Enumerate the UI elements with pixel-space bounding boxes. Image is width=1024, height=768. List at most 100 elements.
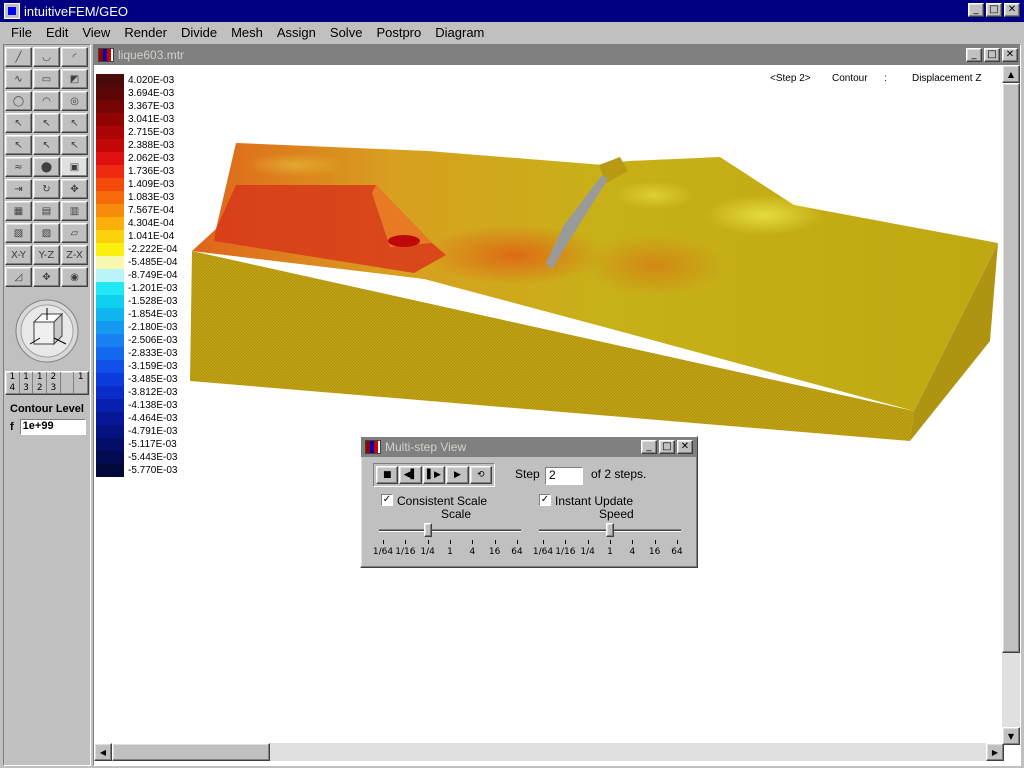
- view-yz-button[interactable]: Y-Z: [33, 245, 60, 265]
- menu-edit[interactable]: Edit: [39, 25, 75, 40]
- app-title-bar[interactable]: intuitiveFEM/GEO _ □ ✕: [0, 0, 1024, 22]
- view-zx-button[interactable]: Z-X: [61, 245, 88, 265]
- close-button[interactable]: ✕: [1004, 3, 1020, 17]
- arc-tool-icon[interactable]: ◡: [33, 47, 60, 67]
- line-tool-icon[interactable]: ╱: [5, 47, 32, 67]
- menu-view[interactable]: View: [75, 25, 117, 40]
- scale-slider-track[interactable]: [379, 529, 521, 532]
- mesh-box-tool-icon[interactable]: ▧: [5, 223, 32, 243]
- dialog-title-bar[interactable]: Multi-step View _ □ ✕: [361, 437, 697, 457]
- view-orientation-cube[interactable]: [9, 295, 85, 367]
- solid-box-tool-icon[interactable]: ▤: [33, 201, 60, 221]
- view-xy-button[interactable]: X-Y: [5, 245, 32, 265]
- document-icon[interactable]: [98, 48, 114, 62]
- menu-assign[interactable]: Assign: [270, 25, 323, 40]
- shaded-box-tool-icon[interactable]: ▥: [61, 201, 88, 221]
- layer-bottom-number: 4: [9, 383, 16, 393]
- legend-label: -5.485E-04: [128, 257, 178, 268]
- point-tool-icon[interactable]: ◉: [61, 267, 88, 287]
- surface-tool-icon[interactable]: ◩: [61, 69, 88, 89]
- tick-mark: [610, 540, 611, 544]
- legend-label: 4.020E-03: [128, 75, 175, 86]
- select-face-tool-icon[interactable]: ↖: [61, 113, 88, 133]
- loop-button[interactable]: ⟲: [469, 466, 493, 484]
- layer-cell[interactable]: 23: [47, 372, 61, 394]
- maximize-button[interactable]: □: [986, 3, 1002, 17]
- layer-strip[interactable]: 14131223 1: [5, 371, 89, 395]
- scroll-left-arrow-icon[interactable]: ◀: [94, 743, 112, 761]
- play-button[interactable]: ▶: [446, 466, 469, 484]
- menu-postpro[interactable]: Postpro: [369, 25, 428, 40]
- step-back-button[interactable]: ◀▌: [399, 466, 422, 484]
- legend-label: 2.715E-03: [128, 127, 175, 138]
- select-edge-tool-icon[interactable]: ↖: [33, 113, 60, 133]
- menu-solve[interactable]: Solve: [323, 25, 370, 40]
- select-element-tool-icon[interactable]: ↖: [33, 135, 60, 155]
- select-solid-tool-icon[interactable]: ↖: [61, 135, 88, 155]
- select-tool-icon[interactable]: ↖: [5, 113, 32, 133]
- dome-tool-icon[interactable]: ◠: [33, 91, 60, 111]
- torus-tool-icon[interactable]: ◎: [61, 91, 88, 111]
- instant-update-checkbox[interactable]: ✓: [539, 494, 551, 506]
- wire-box-tool-icon[interactable]: ▦: [5, 201, 32, 221]
- vertical-scrollbar[interactable]: ▲ ▼: [1002, 65, 1020, 745]
- minimize-button[interactable]: _: [968, 3, 984, 17]
- layer-cell[interactable]: 13: [20, 372, 34, 394]
- doc-minimize-button[interactable]: _: [966, 48, 982, 62]
- step-forward-button[interactable]: ▌▶: [422, 466, 446, 484]
- contour-level-input[interactable]: 1e+99: [19, 419, 86, 435]
- dialog-close-button[interactable]: ✕: [677, 440, 693, 454]
- spline-tool-icon[interactable]: ∿: [5, 69, 32, 89]
- doc-close-button[interactable]: ✕: [1002, 48, 1018, 62]
- zoom-extents-tool-icon[interactable]: ✥: [33, 267, 60, 287]
- mesh-box2-tool-icon[interactable]: ▨: [33, 223, 60, 243]
- move-tool-icon[interactable]: ⇥: [5, 179, 32, 199]
- stop-button[interactable]: ■: [376, 466, 399, 484]
- dialog-maximize-button[interactable]: □: [659, 440, 675, 454]
- menu-file[interactable]: File: [4, 25, 39, 40]
- horizontal-scroll-thumb[interactable]: [112, 743, 270, 761]
- window-select-tool-icon[interactable]: ▣: [61, 157, 88, 177]
- speed-slider-thumb[interactable]: [606, 523, 614, 537]
- pan-tool-icon[interactable]: ✥: [61, 179, 88, 199]
- rotate-tool-icon[interactable]: ↻: [33, 179, 60, 199]
- legend-swatch: [96, 152, 124, 165]
- wave-tool-icon[interactable]: ≈: [5, 157, 32, 177]
- step-input[interactable]: 2: [545, 467, 583, 485]
- iso-view-tool-icon[interactable]: ◿: [5, 267, 32, 287]
- dialog-minimize-button[interactable]: _: [641, 440, 657, 454]
- consistent-scale-checkbox[interactable]: ✓: [381, 494, 393, 506]
- doc-maximize-button[interactable]: □: [984, 48, 1000, 62]
- view-cube-icon: [15, 299, 79, 363]
- layer-top-number: 2: [50, 372, 57, 382]
- app-window-buttons: _ □ ✕: [966, 3, 1020, 17]
- menu-render[interactable]: Render: [117, 25, 174, 40]
- menu-mesh[interactable]: Mesh: [224, 25, 270, 40]
- horizontal-scrollbar[interactable]: ◀ ▶: [94, 743, 1004, 761]
- curve-tool-icon[interactable]: ◜: [61, 47, 88, 67]
- layer-cell[interactable]: [61, 372, 75, 394]
- scroll-up-arrow-icon[interactable]: ▲: [1002, 65, 1020, 83]
- layer-bottom-number: 2: [36, 383, 43, 393]
- menu-diagram[interactable]: Diagram: [428, 25, 491, 40]
- scroll-right-arrow-icon[interactable]: ▶: [986, 743, 1004, 761]
- model-viewport[interactable]: 4.020E-03 3.694E-03 3.367E-03 3.041E-03 2.71…: [94, 65, 1004, 745]
- layer-cell[interactable]: 14: [6, 372, 20, 394]
- blob-tool-icon[interactable]: ⬤: [33, 157, 60, 177]
- rectangle-tool-icon[interactable]: ▭: [33, 69, 60, 89]
- legend-entry: -4.138E-03: [96, 399, 177, 412]
- legend-label: 3.041E-03: [128, 114, 175, 125]
- menu-divide[interactable]: Divide: [174, 25, 224, 40]
- scroll-down-arrow-icon[interactable]: ▼: [1002, 727, 1020, 745]
- legend-entry: -2.506E-03: [96, 334, 177, 347]
- circle-tool-icon[interactable]: ◯: [5, 91, 32, 111]
- tick-label: 1: [607, 547, 613, 557]
- app-icon[interactable]: [4, 3, 20, 19]
- scale-slider-thumb[interactable]: [423, 523, 432, 537]
- plane-tool-icon[interactable]: ▱: [61, 223, 88, 243]
- select-node-tool-icon[interactable]: ↖: [5, 135, 32, 155]
- layer-cell[interactable]: 1: [74, 372, 89, 394]
- layer-cell[interactable]: 12: [33, 372, 48, 394]
- vertical-scroll-thumb[interactable]: [1002, 83, 1020, 653]
- document-title-bar[interactable]: lique603.mtr _ □ ✕: [94, 45, 1020, 65]
